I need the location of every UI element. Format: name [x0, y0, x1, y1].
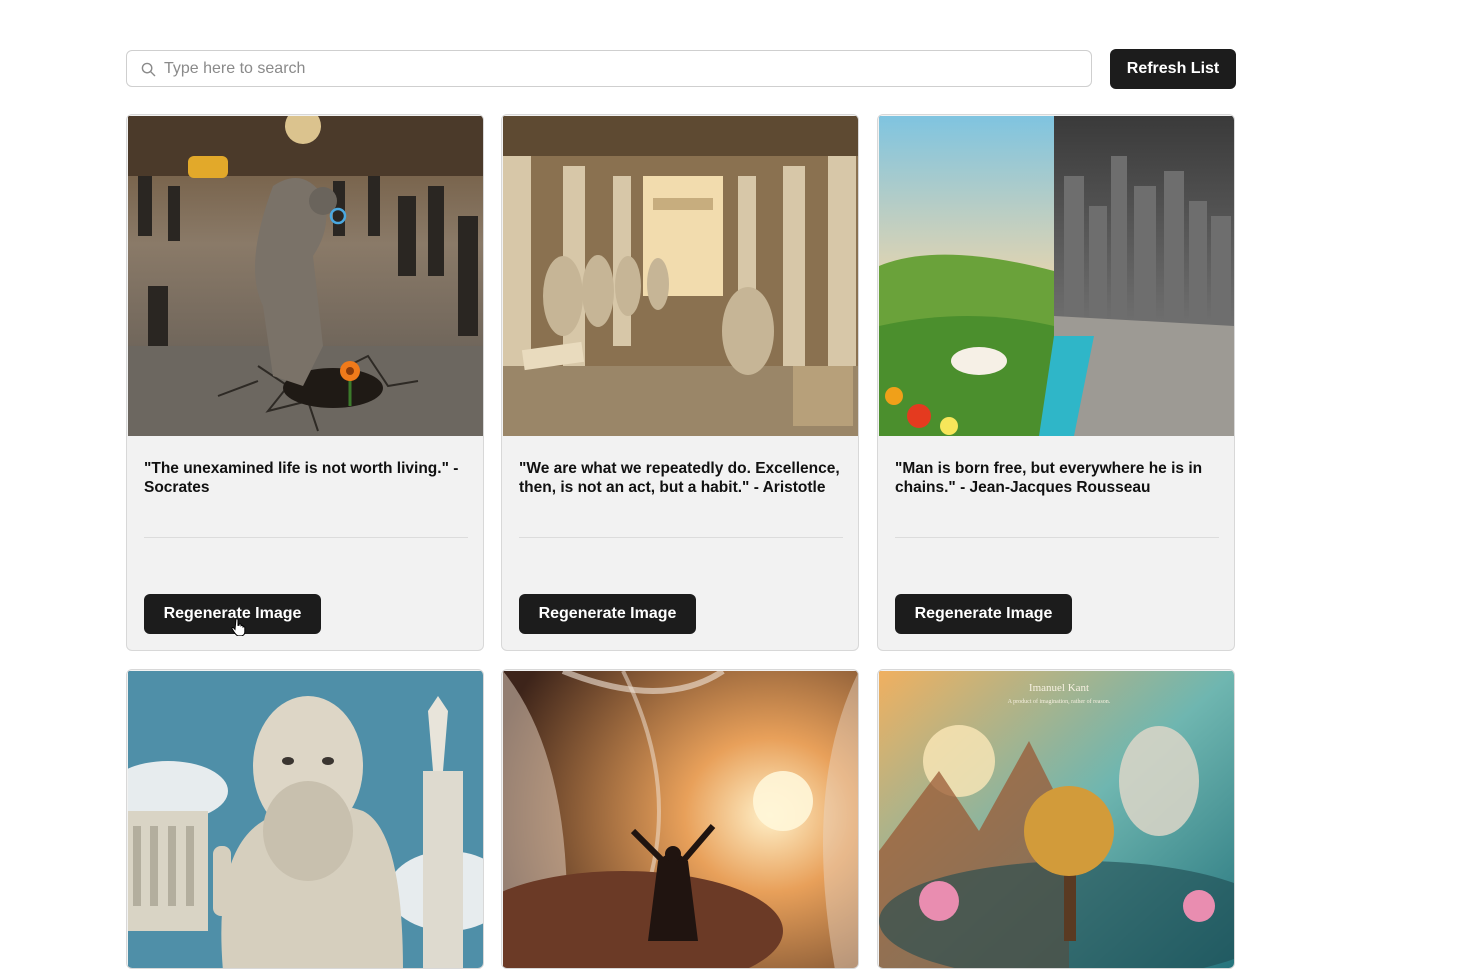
refresh-list-button[interactable]: Refresh List [1110, 49, 1236, 89]
quote-card: "The unexamined life is not worth living… [126, 114, 484, 651]
kant-subtitle: A product of imagination, rather of reas… [1008, 698, 1111, 705]
card-image: Imanuel Kant A product of imagination, r… [879, 671, 1234, 968]
quote-text: "Man is born free, but everywhere he is … [895, 460, 1203, 496]
toolbar: Refresh List [126, 49, 1236, 89]
search-box[interactable] [126, 50, 1092, 87]
quote-text: "The unexamined life is not worth living… [144, 460, 459, 496]
regenerate-image-button[interactable]: Regenerate Image [519, 594, 696, 634]
card-image [128, 671, 483, 968]
card-image [503, 116, 858, 436]
quote-card: "We are what we repeatedly do. Excellenc… [501, 114, 859, 651]
search-input[interactable] [164, 51, 1074, 86]
quote-text: "We are what we repeatedly do. Excellenc… [519, 460, 840, 496]
hand-cursor-icon [231, 618, 246, 636]
card-image [879, 116, 1234, 436]
quote-card [126, 669, 484, 969]
search-icon [141, 62, 156, 77]
card-image [128, 116, 483, 436]
card-image [503, 671, 858, 968]
quote-card: "Man is born free, but everywhere he is … [877, 114, 1235, 651]
card-divider [519, 537, 843, 538]
kant-title: Imanuel Kant [1029, 682, 1089, 694]
quote-card [501, 669, 859, 969]
card-divider [144, 537, 468, 538]
card-divider [895, 537, 1219, 538]
regenerate-image-button[interactable]: Regenerate Image [895, 594, 1072, 634]
quote-card: Imanuel Kant A product of imagination, r… [877, 669, 1235, 969]
